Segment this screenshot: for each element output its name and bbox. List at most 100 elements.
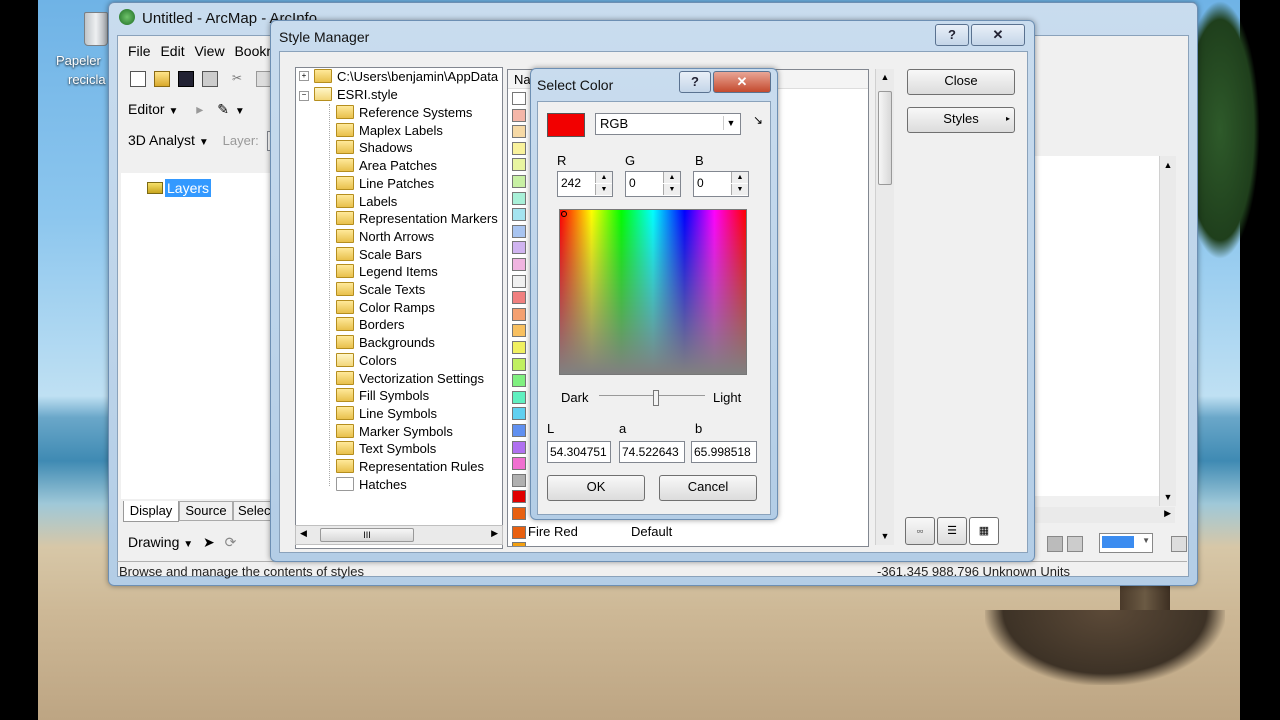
color-swatch[interactable]: [512, 490, 526, 504]
close-button[interactable]: Close: [907, 69, 1015, 95]
lightness-slider[interactable]: [599, 390, 705, 406]
decrement-icon[interactable]: ▼: [663, 184, 680, 195]
more-tools-icon[interactable]: [1171, 536, 1187, 552]
color-swatch[interactable]: [512, 224, 526, 238]
increment-icon[interactable]: ▲: [731, 172, 748, 183]
tree-item-folder[interactable]: Legend Items: [336, 263, 438, 280]
save-icon[interactable]: [178, 71, 194, 87]
color-swatch[interactable]: [512, 191, 526, 205]
tab-display[interactable]: Display: [123, 501, 179, 522]
style-manager-close-icon[interactable]: ✕: [971, 24, 1025, 46]
tree-item-folder[interactable]: Line Symbols: [336, 405, 437, 422]
color-swatch[interactable]: [512, 92, 526, 105]
color-swatch[interactable]: [512, 241, 526, 255]
tree-item-folder[interactable]: Colors: [336, 352, 397, 369]
cut-icon[interactable]: ✂: [232, 71, 246, 85]
color-swatch[interactable]: [512, 141, 526, 155]
help-button[interactable]: ?: [679, 71, 711, 93]
tree-item-user-style[interactable]: C:\Users\benjamin\AppData: [314, 68, 498, 85]
tree-item-folder[interactable]: Representation Markers: [336, 210, 498, 227]
color-swatch[interactable]: [512, 507, 526, 520]
view-small-icons-button[interactable]: ▫▫: [905, 517, 935, 545]
contents-vertical-scrollbar[interactable]: ▲ ▼: [875, 69, 894, 545]
increment-icon[interactable]: ▲: [663, 172, 680, 183]
decrement-icon[interactable]: ▼: [595, 184, 612, 195]
tree-item-folder[interactable]: Hatches: [336, 476, 407, 493]
color-swatch[interactable]: [512, 357, 526, 371]
collapse-icon[interactable]: −: [299, 91, 309, 101]
color-swatch[interactable]: [512, 440, 526, 454]
b-stepper[interactable]: 0 ▲ ▼: [693, 171, 749, 197]
bring-forward-icon[interactable]: [1047, 536, 1063, 552]
tree-item-folder[interactable]: Representation Rules: [336, 458, 484, 475]
styles-button[interactable]: Styles ▸: [907, 107, 1015, 133]
color-swatch[interactable]: [512, 307, 526, 321]
color-swatch[interactable]: [512, 158, 526, 172]
tree-item-folder[interactable]: Maplex Labels: [336, 122, 443, 139]
view-list-button[interactable]: ☰: [937, 517, 967, 545]
help-button[interactable]: ?: [935, 24, 969, 46]
open-folder-icon[interactable]: [154, 71, 170, 87]
map-view[interactable]: [1035, 156, 1175, 496]
b-lab-field[interactable]: 65.998518: [691, 441, 757, 463]
color-spectrum[interactable]: [559, 209, 747, 375]
color-swatch[interactable]: [512, 258, 526, 271]
tree-item-folder[interactable]: Backgrounds: [336, 334, 435, 351]
map-vertical-scrollbar[interactable]: ▲ ▼: [1159, 156, 1176, 506]
column-header-name[interactable]: Na: [514, 72, 531, 87]
color-swatch[interactable]: [512, 291, 526, 305]
tree-item-folder[interactable]: Marker Symbols: [336, 423, 453, 440]
increment-icon[interactable]: ▲: [595, 172, 612, 183]
tree-item-folder[interactable]: Labels: [336, 193, 397, 210]
tree-item-folder[interactable]: Line Patches: [336, 175, 434, 192]
map-horizontal-scrollbar[interactable]: ▶: [1035, 507, 1175, 523]
expand-arrow-icon[interactable]: ↘: [753, 113, 763, 127]
send-backward-icon[interactable]: [1067, 536, 1083, 552]
tree-item-folder[interactable]: Reference Systems: [336, 104, 472, 121]
tree-item-folder[interactable]: Shadows: [336, 139, 412, 156]
color-swatch[interactable]: [512, 125, 526, 139]
color-swatch[interactable]: [512, 424, 526, 437]
fill-color-picker[interactable]: ▼: [1099, 533, 1153, 553]
tree-item-esri-style[interactable]: ESRI.style: [314, 86, 398, 103]
edit-tool-icon[interactable]: ▸: [196, 101, 203, 117]
chevron-down-icon[interactable]: ▼: [235, 106, 245, 117]
menu-file[interactable]: File: [128, 43, 151, 59]
color-swatch[interactable]: [512, 473, 526, 487]
drawing-menu-button[interactable]: Drawing ▼: [128, 534, 193, 550]
decrement-icon[interactable]: ▼: [731, 184, 748, 195]
color-model-select[interactable]: RGB ▼: [595, 113, 741, 135]
editor-menu-button[interactable]: Editor ▼: [128, 101, 178, 117]
tree-item-folder[interactable]: Color Ramps: [336, 299, 435, 316]
select-color-close-icon[interactable]: ✕: [713, 71, 771, 93]
expand-icon[interactable]: +: [299, 71, 309, 81]
r-stepper[interactable]: 242 ▲ ▼: [557, 171, 613, 197]
menu-view[interactable]: View: [194, 43, 224, 59]
color-swatch[interactable]: [512, 457, 526, 471]
tree-item-folder[interactable]: Vectorization Settings: [336, 370, 484, 387]
tree-horizontal-scrollbar[interactable]: ◀ III ▶: [295, 525, 503, 545]
3d-analyst-menu-button[interactable]: 3D Analyst ▼: [128, 132, 209, 148]
view-details-button[interactable]: ▦: [969, 517, 999, 545]
tree-item-folder[interactable]: Scale Texts: [336, 281, 425, 298]
cancel-button[interactable]: Cancel: [659, 475, 757, 501]
color-swatch[interactable]: [512, 324, 526, 338]
color-swatch[interactable]: [512, 175, 526, 188]
tree-item-folder[interactable]: Fill Symbols: [336, 387, 429, 404]
ok-button[interactable]: OK: [547, 475, 645, 501]
spectrum-cursor[interactable]: [561, 211, 567, 217]
menu-edit[interactable]: Edit: [160, 43, 184, 59]
g-stepper[interactable]: 0 ▲ ▼: [625, 171, 681, 197]
list-item-name[interactable]: Fire Red: [528, 524, 578, 539]
l-field[interactable]: 54.304751: [547, 441, 611, 463]
sketch-tool-icon[interactable]: ✎: [217, 101, 229, 117]
color-swatch[interactable]: [512, 108, 526, 122]
tree-item-folder[interactable]: Area Patches: [336, 157, 437, 174]
color-swatch[interactable]: [512, 374, 526, 388]
slider-thumb[interactable]: [653, 390, 659, 406]
color-swatch[interactable]: [512, 274, 526, 288]
print-icon[interactable]: [202, 71, 218, 87]
tab-source[interactable]: Source: [179, 501, 233, 521]
tree-item-folder[interactable]: Borders: [336, 316, 405, 333]
rotate-icon[interactable]: ⟳: [225, 534, 237, 550]
